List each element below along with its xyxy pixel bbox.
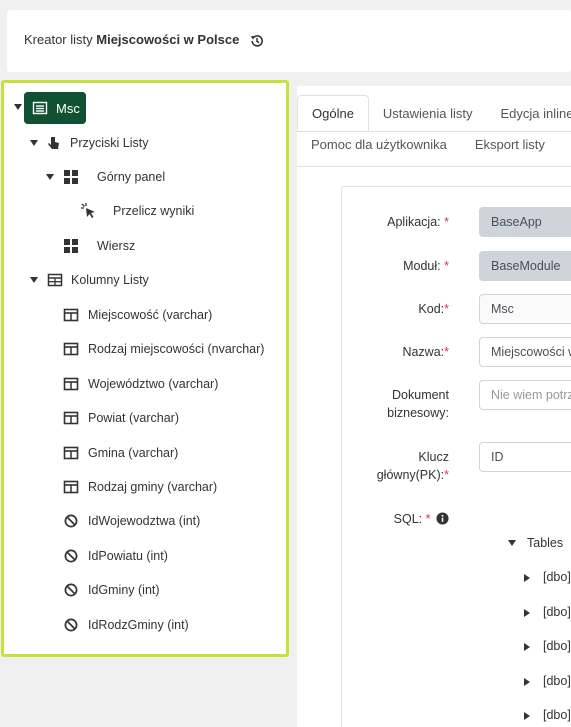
expand-caret-table[interactable]	[524, 712, 530, 720]
tree-item-label: Górny panel	[97, 170, 166, 184]
collapse-caret-top-panel[interactable]	[46, 174, 54, 180]
tab-label: Pomoc dla użytkownika	[311, 136, 447, 152]
tree-item-column[interactable]: IdGminy (int)	[63, 579, 160, 601]
sql-table-node[interactable]: [dbo]	[543, 570, 571, 584]
tab-user-help[interactable]: Pomoc dla użytkownika	[297, 126, 461, 162]
ban-icon	[64, 618, 78, 632]
business-doc-select[interactable]: Nie wiem potrzebuję pomocy	[479, 380, 571, 410]
expand-caret-table[interactable]	[524, 677, 530, 686]
tree-item-recalc[interactable]: Przelicz wyniki	[81, 200, 194, 222]
tab-label: Eksport listy	[474, 136, 545, 152]
tree-item-column[interactable]: Rodzaj gminy (varchar)	[63, 476, 217, 498]
tree-item-column[interactable]: IdWojewodztwa (int)	[63, 510, 200, 532]
cursor-click-icon	[81, 203, 95, 218]
sql-label: SQL: *	[394, 510, 449, 528]
ban-icon	[64, 514, 78, 528]
grid-icon	[64, 239, 78, 253]
tab-list-export[interactable]: Eksport listy	[461, 126, 559, 162]
tree-item-label: Województwo (varchar)	[88, 376, 219, 391]
pointer-hand-icon	[48, 137, 59, 149]
tab-label: Ustawienia listy	[382, 105, 473, 121]
tree-item-label: IdPowiatu (int)	[88, 548, 168, 563]
history-icon[interactable]	[249, 33, 265, 49]
tree-item-label: Rodzaj gminy (varchar)	[88, 480, 218, 494]
primary-key-label: Klucz główny(PK):*	[376, 450, 449, 482]
column-icon	[63, 411, 79, 425]
sql-table-node[interactable]: [dbo]	[543, 708, 571, 722]
page-header: Kreator listy Miejscowości w Polsce	[7, 10, 571, 72]
expand-caret-table[interactable]	[524, 574, 530, 582]
tree-item-buttons[interactable]: Przyciski Listy	[46, 132, 148, 154]
sql-tables-node[interactable]: Tables	[527, 536, 563, 550]
tree-item-label: Wiersz	[97, 239, 136, 253]
tree-item-label: Miejscowość (varchar)	[88, 308, 213, 322]
tree-item-label: IdRodzGminy (int)	[88, 617, 189, 632]
business-doc-label: Dokument biznesowy:	[387, 388, 449, 420]
column-icon	[63, 377, 79, 391]
tree-item-column[interactable]: Województwo (varchar)	[63, 373, 218, 395]
tabs-divider	[297, 166, 571, 167]
tree-item-columns[interactable]: Kolumny Listy	[47, 269, 149, 291]
column-icon	[63, 446, 79, 459]
page-title: Kreator listy Miejscowości w Polsce	[24, 32, 239, 47]
collapse-caret-buttons[interactable]	[30, 140, 38, 146]
tree-item-label: Gmina (varchar)	[88, 445, 179, 460]
collapse-caret-columns[interactable]	[30, 277, 38, 283]
tree-item-column[interactable]: Powiat (varchar)	[63, 407, 179, 429]
expand-caret-table[interactable]	[524, 608, 530, 617]
tree-item-label: Przyciski Listy	[70, 136, 149, 150]
primary-key-field[interactable]: ID	[479, 442, 571, 472]
column-icon	[63, 480, 79, 494]
tree-item-top-panel[interactable]: Górny panel	[63, 166, 165, 188]
collapse-caret-tables[interactable]	[508, 540, 516, 546]
table-icon	[47, 273, 63, 287]
tree-item-column[interactable]: IdRodzGminy (int)	[63, 614, 189, 636]
tabs-row-2: Pomoc dla użytkownika Eksport listy	[297, 126, 559, 162]
tree-item-label: IdWojewodztwa (int)	[88, 514, 201, 529]
expand-caret-table[interactable]	[524, 643, 530, 651]
sql-table-node[interactable]: [dbo]	[543, 639, 571, 653]
sql-table-node[interactable]: [dbo]	[543, 674, 571, 688]
module-label: Moduł: *	[403, 259, 449, 273]
ban-icon	[64, 549, 78, 563]
tab-label: Ogólne	[312, 105, 354, 121]
app-label: Aplikacja: *	[387, 215, 449, 229]
code-field[interactable]: Msc	[479, 294, 571, 324]
tree-item-label: Powiat (varchar)	[88, 411, 179, 426]
title-prefix: Kreator listy	[24, 32, 93, 47]
tab-label: Edycja inline	[500, 105, 571, 121]
tree-item-label: Przelicz wyniki	[113, 204, 195, 218]
tree-item-label: Rodzaj miejscowości (nvarchar)	[88, 342, 265, 357]
tree-root-label: Msc	[56, 100, 80, 116]
tree-item-column[interactable]: IdPowiatu (int)	[63, 545, 168, 567]
module-field: BaseModule	[479, 251, 571, 281]
list-icon	[32, 101, 48, 115]
name-field[interactable]: Miejscowości w Polsce	[479, 337, 571, 367]
column-icon	[63, 343, 79, 356]
tree-item-column[interactable]: Miejscowość (varchar)	[63, 304, 212, 326]
tree-root-node[interactable]: Msc	[24, 92, 86, 124]
grid-icon	[64, 170, 78, 184]
collapse-caret-root[interactable]	[14, 104, 22, 110]
tree-item-row[interactable]: Wiersz	[63, 235, 135, 257]
app-field: BaseApp	[479, 207, 571, 237]
tree-item-column[interactable]: Rodzaj miejscowości (nvarchar)	[63, 338, 264, 360]
ban-icon	[64, 583, 78, 597]
code-label: Kod:*	[418, 302, 449, 316]
title-name: Miejscowości w Polsce	[96, 32, 240, 47]
info-circle-icon[interactable]	[436, 512, 449, 525]
tree-item-label: Kolumny Listy	[71, 273, 149, 287]
name-label: Nazwa:*	[402, 345, 449, 359]
column-icon	[63, 308, 79, 322]
tree-item-column[interactable]: Gmina (varchar)	[63, 442, 178, 464]
properties-panel: Ogólne Ustawienia listy Edycja inline Po…	[297, 86, 571, 727]
tree-item-label: IdGminy (int)	[88, 583, 160, 598]
sql-table-node[interactable]: [dbo]	[543, 605, 571, 619]
